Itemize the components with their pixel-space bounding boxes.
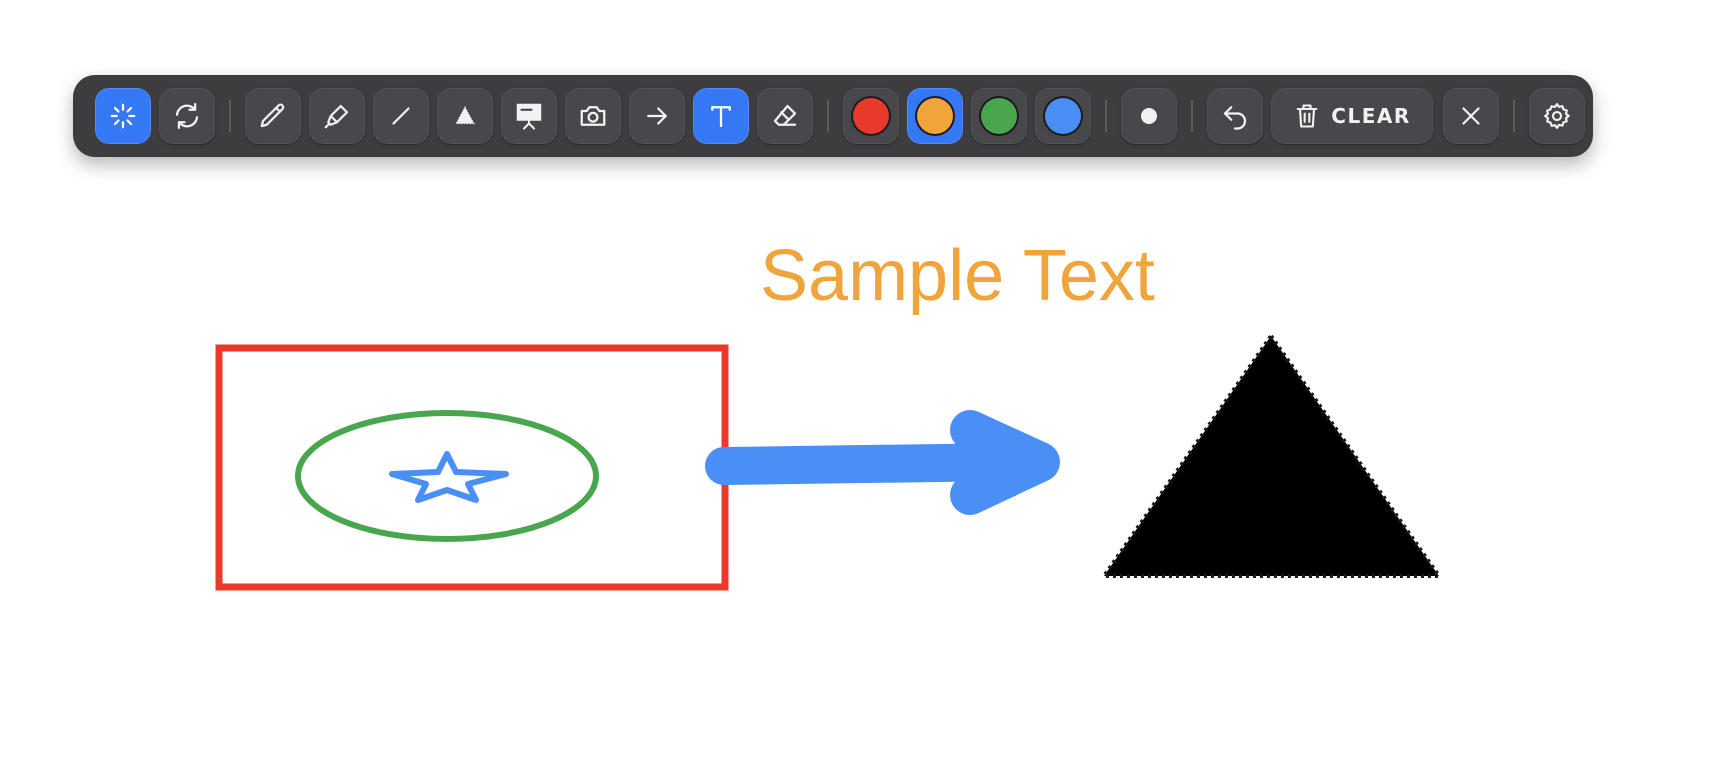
close-icon	[1462, 107, 1480, 125]
whiteboard-tool-button[interactable]	[501, 88, 557, 144]
drawn-arrow[interactable]	[705, 410, 1060, 515]
drawing-stage[interactable]: Sample Text CLEAR	[0, 0, 1732, 760]
screenshot-tool-button[interactable]	[565, 88, 621, 144]
highlighter-tool-button[interactable]	[309, 88, 365, 144]
color-red-button[interactable]	[843, 88, 899, 144]
gear-icon	[1544, 103, 1570, 129]
drawn-triangle[interactable]	[1102, 334, 1441, 578]
toolbar-divider	[827, 100, 829, 132]
color-green-button[interactable]	[971, 88, 1027, 144]
settings-button[interactable]	[1529, 88, 1585, 144]
trash-icon	[1296, 104, 1318, 128]
text-icon	[711, 106, 731, 128]
color-orange-button[interactable]	[907, 88, 963, 144]
drawn-star[interactable]	[389, 451, 509, 503]
toolbar-divider	[1191, 100, 1193, 132]
color-swatch-orange	[917, 98, 953, 134]
pen-tool-button[interactable]	[245, 88, 301, 144]
drawn-ellipse[interactable]	[295, 410, 599, 542]
arrow-tool-button[interactable]	[629, 88, 685, 144]
stroke-size-dot-icon	[1141, 108, 1157, 124]
color-swatch-red	[853, 98, 889, 134]
color-swatch-green	[981, 98, 1017, 134]
whiteboard-icon	[516, 103, 542, 130]
undo-icon	[1223, 106, 1247, 130]
undo-button[interactable]	[1207, 88, 1263, 144]
toolbar-divider	[1513, 100, 1515, 132]
camera-icon	[580, 106, 606, 126]
clear-button[interactable]: CLEAR	[1271, 88, 1433, 144]
toolbar-divider	[229, 100, 231, 132]
refresh-icon	[175, 103, 199, 129]
text-tool-button[interactable]	[693, 88, 749, 144]
refresh-button[interactable]	[159, 88, 215, 144]
eraser-tool-button[interactable]	[757, 88, 813, 144]
line-tool-button[interactable]	[373, 88, 429, 144]
color-swatch-blue	[1045, 98, 1081, 134]
stroke-size-button[interactable]	[1121, 88, 1177, 144]
eraser-icon	[773, 104, 797, 126]
annotation-toolbar: CLEAR	[73, 75, 1593, 157]
color-blue-button[interactable]	[1035, 88, 1091, 144]
sparkle-icon	[110, 103, 136, 129]
line-icon	[392, 107, 410, 125]
text-annotation[interactable]: Sample Text	[760, 240, 1155, 312]
laser-tool-button[interactable]	[95, 88, 151, 144]
drawn-rectangle[interactable]	[215, 344, 729, 591]
arrow-right-icon	[647, 107, 667, 125]
clear-label: CLEAR	[1331, 104, 1411, 128]
highlighter-icon	[324, 104, 349, 129]
triangle-icon	[455, 105, 475, 125]
pencil-icon	[260, 103, 285, 128]
shape-tool-button[interactable]	[437, 88, 493, 144]
toolbar-divider	[1105, 100, 1107, 132]
close-button[interactable]	[1443, 88, 1499, 144]
